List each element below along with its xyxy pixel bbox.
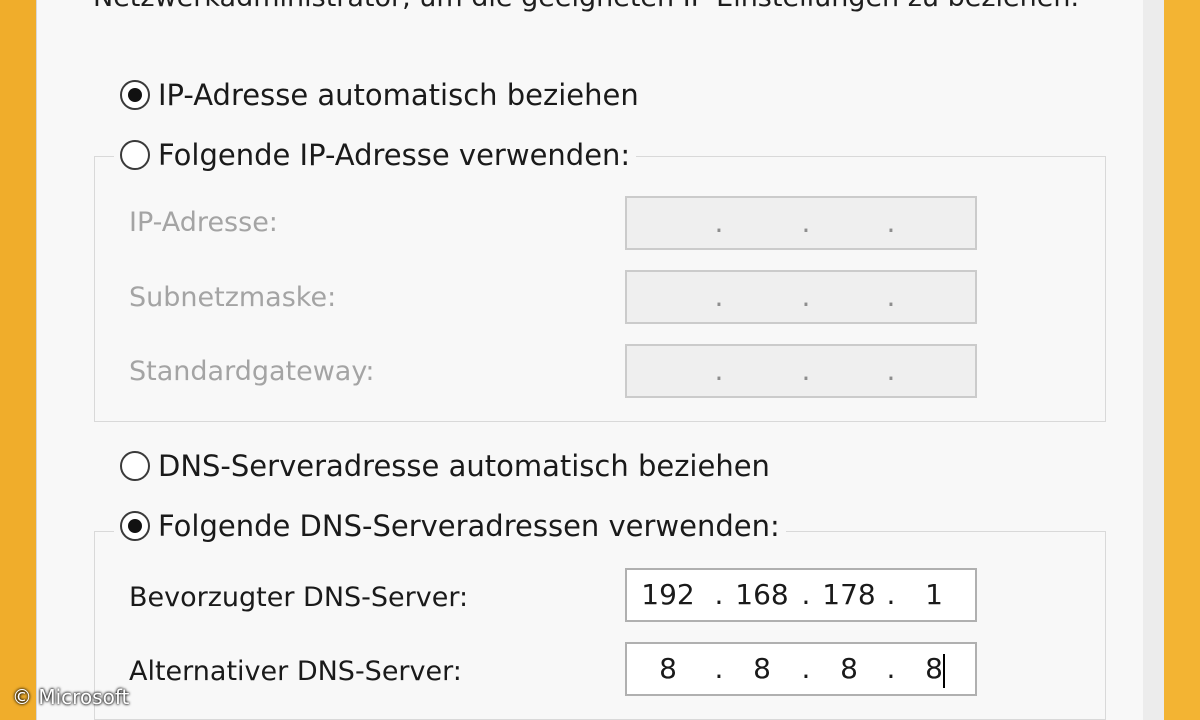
octet-separator: . xyxy=(801,354,811,387)
ip-address-label: IP-Adresse: xyxy=(129,207,278,238)
octet: 8 xyxy=(659,652,677,685)
octet: 168 xyxy=(735,578,789,611)
octet-separator: . xyxy=(714,578,724,611)
ip-manual-option[interactable]: Folgende IP-Adresse verwenden: xyxy=(114,138,637,172)
alternate-dns-input[interactable]: 8 . 8 . 8 . 8 xyxy=(625,642,977,696)
dns-manual-label: Folgende DNS-Serveradressen verwenden: xyxy=(158,509,780,543)
octet-separator: . xyxy=(801,652,811,685)
octet: 192 xyxy=(641,578,695,611)
preferred-dns-label: Bevorzugter DNS-Server: xyxy=(129,582,469,613)
octet-separator: . xyxy=(801,206,811,239)
dns-manual-option[interactable]: Folgende DNS-Serveradressen verwenden: xyxy=(114,509,786,543)
text-caret xyxy=(943,654,945,688)
octet: 178 xyxy=(822,578,876,611)
alternate-dns-label: Alternativer DNS-Server: xyxy=(129,656,462,687)
dns-manual-radio[interactable] xyxy=(120,511,150,541)
ip-auto-option[interactable]: IP-Adresse automatisch beziehen xyxy=(120,78,639,112)
gateway-label: Standardgateway: xyxy=(129,356,375,387)
octet: 1 xyxy=(925,578,943,611)
dialog-right-edge xyxy=(1143,0,1165,720)
ip-auto-label: IP-Adresse automatisch beziehen xyxy=(158,78,639,112)
octet-separator: . xyxy=(886,280,896,313)
octet: 8 xyxy=(925,652,943,685)
preferred-dns-input[interactable]: 192 . 168 . 178 . 1 xyxy=(625,568,977,622)
dns-auto-label: DNS-Serveradresse automatisch beziehen xyxy=(158,449,770,483)
dns-auto-option[interactable]: DNS-Serveradresse automatisch beziehen xyxy=(120,449,770,483)
subnet-mask-label: Subnetzmaske: xyxy=(129,282,337,313)
octet-separator: . xyxy=(714,280,724,313)
octet-separator: . xyxy=(801,578,811,611)
octet-separator: . xyxy=(714,206,724,239)
dns-auto-radio[interactable] xyxy=(120,451,150,481)
octet: 8 xyxy=(753,652,771,685)
octet-separator: . xyxy=(886,652,896,685)
ip-manual-label: Folgende IP-Adresse verwenden: xyxy=(158,138,631,172)
octet: 8 xyxy=(840,652,858,685)
octet-separator: . xyxy=(886,578,896,611)
octet-separator: . xyxy=(886,206,896,239)
gateway-input: . . . xyxy=(625,344,977,398)
octet-separator: . xyxy=(801,280,811,313)
octet-separator: . xyxy=(886,354,896,387)
window-frame-left xyxy=(0,0,36,720)
ip-address-input: . . . xyxy=(625,196,977,250)
intro-text: Netzwerkadministrator, um die geeigneten… xyxy=(93,0,1079,13)
octet-separator: . xyxy=(714,354,724,387)
copyright-watermark: © Microsoft xyxy=(12,685,130,709)
window-frame-right xyxy=(1164,0,1200,720)
subnet-mask-input: . . . xyxy=(625,270,977,324)
ip-manual-radio[interactable] xyxy=(120,140,150,170)
octet-separator: . xyxy=(714,652,724,685)
ip-auto-radio[interactable] xyxy=(120,80,150,110)
